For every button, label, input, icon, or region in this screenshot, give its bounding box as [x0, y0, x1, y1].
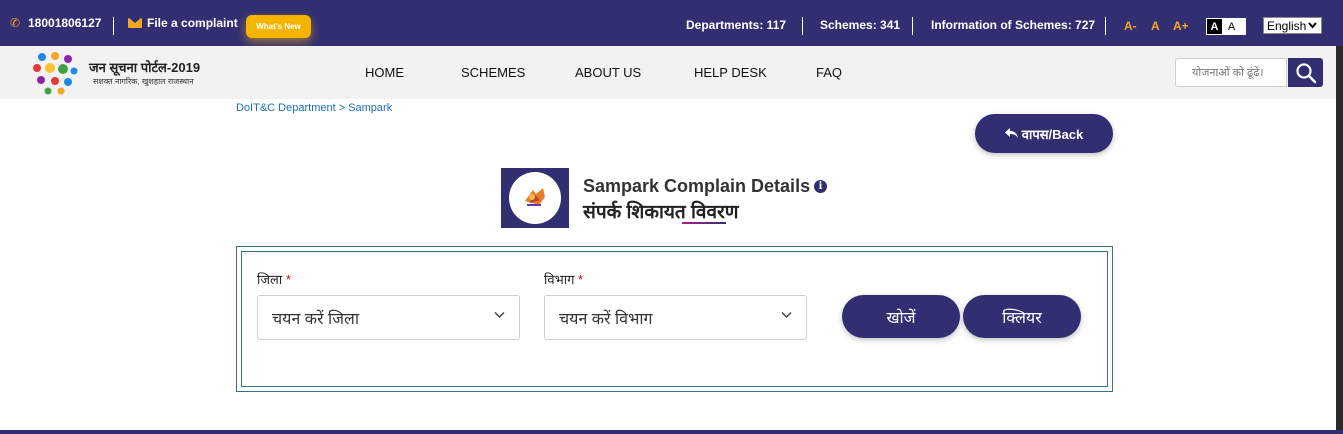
- mail-icon: [128, 18, 142, 28]
- file-complaint-label: File a complaint: [147, 16, 238, 30]
- sampark-icon: [501, 168, 569, 228]
- whats-new-button[interactable]: What's New: [246, 15, 311, 38]
- divider: [802, 17, 803, 35]
- district-select[interactable]: चयन करें जिला: [257, 295, 520, 340]
- page-title-english-text: Sampark Complain Details: [583, 176, 811, 196]
- schemes-count: Schemes: 341: [820, 18, 901, 32]
- info-schemes-count: Information of Schemes: 727: [931, 18, 1096, 32]
- helpline[interactable]: ✆ 18001806127: [10, 16, 101, 30]
- helpline-number: 18001806127: [28, 16, 102, 30]
- font-decrease-button[interactable]: A-: [1124, 19, 1137, 33]
- language-select[interactable]: English: [1263, 17, 1322, 34]
- chevron-down-icon: [781, 311, 792, 319]
- chevron-down-icon: [494, 311, 505, 319]
- search-submit-button[interactable]: खोजें: [842, 295, 960, 338]
- title-underline: [682, 222, 726, 224]
- back-button-label: वापस/Back: [1021, 126, 1084, 142]
- district-label: जिला *: [257, 270, 291, 288]
- scheme-search-input[interactable]: [1175, 58, 1287, 87]
- jan-soochna-logo-icon[interactable]: [28, 50, 83, 96]
- language-value: English: [1267, 18, 1307, 33]
- top-info-bar: ✆ 18001806127 File a complaint What's Ne…: [0, 0, 1343, 46]
- nav-faq[interactable]: FAQ: [816, 65, 842, 80]
- divider: [912, 17, 913, 35]
- sampark-icon-badge: [509, 172, 561, 224]
- file-complaint-link[interactable]: File a complaint: [128, 16, 238, 30]
- search-button[interactable]: [1288, 58, 1323, 87]
- divider: [113, 17, 114, 35]
- scrollbar-track[interactable]: [1336, 46, 1343, 434]
- back-button[interactable]: वापस/Back: [975, 114, 1113, 153]
- nav-help-desk[interactable]: HELP DESK: [694, 65, 767, 80]
- back-arrow-icon: [1004, 128, 1018, 138]
- nav-home[interactable]: HOME: [365, 65, 404, 80]
- light-contrast-button[interactable]: A: [1224, 19, 1239, 34]
- district-select-value: चयन करें जिला: [272, 310, 360, 328]
- divider: [1105, 17, 1106, 35]
- font-increase-button[interactable]: A+: [1173, 19, 1189, 33]
- department-select[interactable]: चयन करें विभाग: [544, 295, 807, 340]
- info-icon[interactable]: i: [814, 180, 828, 193]
- required-mark: *: [578, 272, 584, 287]
- font-normal-button[interactable]: A: [1151, 19, 1160, 33]
- clear-button[interactable]: क्लियर: [963, 295, 1081, 338]
- departments-count: Departments: 117: [686, 18, 787, 32]
- district-label-text: जिला: [257, 272, 283, 287]
- breadcrumb[interactable]: DoIT&C Department > Sampark: [236, 102, 392, 114]
- search-form-panel: जिला * चयन करें जिला विभाग * चयन करें वि…: [236, 246, 1113, 392]
- chevron-down-icon: [1308, 22, 1318, 29]
- page-title-english: Sampark Complain Details i: [583, 176, 828, 197]
- footer-edge: [0, 430, 1343, 434]
- required-mark: *: [285, 272, 291, 287]
- sampark-emblem-icon: [525, 188, 545, 206]
- contrast-toggle: A A: [1206, 18, 1246, 35]
- portal-title: जन सूचना पोर्टल-2019: [89, 60, 201, 75]
- main-navbar: जन सूचना पोर्टल-2019 सशक्त नागरिक, खुशहा…: [0, 46, 1343, 99]
- portal-tagline: सशक्त नागरिक, खुशहाल राजस्थान: [93, 77, 194, 86]
- nav-about-us[interactable]: ABOUT US: [575, 65, 641, 80]
- search-form: जिला * चयन करें जिला विभाग * चयन करें वि…: [241, 251, 1108, 387]
- phone-icon: ✆: [10, 15, 21, 30]
- department-label: विभाग *: [544, 270, 583, 288]
- nav-schemes[interactable]: SCHEMES: [461, 65, 525, 80]
- page-title-hindi: संपर्क शिकायत विवरण: [583, 202, 739, 223]
- search-icon: [1295, 62, 1316, 83]
- dark-contrast-button[interactable]: A: [1207, 19, 1222, 34]
- department-select-value: चयन करें विभाग: [559, 310, 653, 328]
- department-label-text: विभाग: [544, 272, 575, 287]
